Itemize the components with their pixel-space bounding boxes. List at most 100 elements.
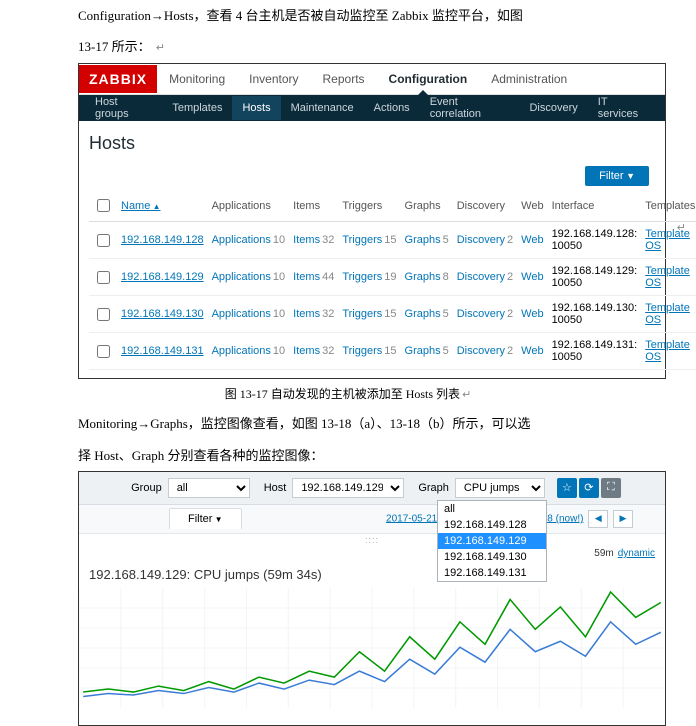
duration-row: 59mdynamic (79, 546, 665, 561)
topnav-monitoring[interactable]: Monitoring (157, 64, 237, 94)
dropdown-item[interactable]: 192.168.149.130 (438, 549, 546, 565)
host-name-link[interactable]: 192.168.149.128 (121, 234, 204, 246)
col-items[interactable]: Items (289, 190, 338, 222)
table-row: 192.168.149.128 Applications10 Items32 T… (89, 222, 696, 259)
apps-link[interactable]: Applications (212, 271, 271, 283)
time-next-button[interactable]: ▶ (613, 510, 633, 528)
fullscreen-icon[interactable]: ⛶ (601, 478, 621, 498)
filter-tab[interactable]: Filter (169, 508, 242, 529)
interface-cell: 192.168.149.128: 10050 (548, 222, 642, 259)
figure-13-18a: Group all Host 192.168.149.129 Graph CPU… (78, 471, 666, 726)
triggers-link[interactable]: Triggers (342, 234, 382, 246)
host-select[interactable]: 192.168.149.129 (292, 478, 404, 498)
graphs-link[interactable]: Graphs (405, 308, 441, 320)
host-name-link[interactable]: 192.168.149.130 (121, 308, 204, 320)
host-dropdown-open[interactable]: all 192.168.149.128 192.168.149.129 192.… (437, 500, 547, 582)
topnav-inventory[interactable]: Inventory (237, 64, 310, 94)
discovery-link[interactable]: Discovery (457, 308, 505, 320)
graphs-link[interactable]: Graphs (405, 234, 441, 246)
subnav-actions[interactable]: Actions (364, 96, 420, 120)
col-triggers[interactable]: Triggers (338, 190, 400, 222)
subnav-discovery[interactable]: Discovery (519, 96, 587, 120)
apps-link[interactable]: Applications (212, 234, 271, 246)
subnav-templates[interactable]: Templates (162, 96, 232, 120)
col-graphs[interactable]: Graphs (401, 190, 453, 222)
col-web[interactable]: Web (517, 190, 547, 222)
web-link[interactable]: Web (521, 271, 543, 283)
interface-cell: 192.168.149.131: 10050 (548, 333, 642, 370)
col-discovery[interactable]: Discovery (453, 190, 517, 222)
page-title: Hosts (89, 133, 655, 154)
interface-cell: 192.168.149.129: 10050 (548, 259, 642, 296)
col-apps[interactable]: Applications (208, 190, 290, 222)
web-link[interactable]: Web (521, 308, 543, 320)
doc-line-2: 13-17 所示： ↵ (78, 31, 696, 63)
col-interface: Interface (548, 190, 642, 222)
web-link[interactable]: Web (521, 345, 543, 357)
topnav-configuration[interactable]: Configuration (377, 64, 480, 94)
dropdown-item[interactable]: 192.168.149.128 (438, 517, 546, 533)
graphs-toolbar: Group all Host 192.168.149.129 Graph CPU… (79, 472, 665, 505)
return-icon: ↵ (156, 42, 165, 54)
subnav-maintenance[interactable]: Maintenance (281, 96, 364, 120)
table-row: 192.168.149.131 Applications10 Items32 T… (89, 333, 696, 370)
template-link[interactable]: Template OS (645, 302, 690, 326)
dynamic-link[interactable]: dynamic (618, 548, 655, 559)
topnav-reports[interactable]: Reports (311, 64, 377, 94)
sub-nav: Host groups Templates Hosts Maintenance … (79, 95, 665, 121)
apps-link[interactable]: Applications (212, 345, 271, 357)
col-name[interactable]: Name (121, 200, 160, 212)
template-link[interactable]: Template OS (645, 265, 690, 289)
table-row: 192.168.149.129 Applications10 Items44 T… (89, 259, 696, 296)
favorite-icon[interactable]: ☆ (557, 478, 577, 498)
time-prev-button[interactable]: ◀ (588, 510, 608, 528)
items-link[interactable]: Items (293, 345, 320, 357)
dropdown-item-selected[interactable]: 192.168.149.129 (438, 533, 546, 549)
discovery-link[interactable]: Discovery (457, 234, 505, 246)
graph-label: Graph (418, 482, 449, 494)
col-templates: Templates (641, 190, 696, 222)
triggers-link[interactable]: Triggers (342, 271, 382, 283)
refresh-icon[interactable]: ⟳ (579, 478, 599, 498)
filter-button[interactable]: Filter (585, 166, 649, 186)
subnav-hosts[interactable]: Hosts (232, 96, 280, 120)
group-select[interactable]: all (168, 478, 250, 498)
subnav-hostgroups[interactable]: Host groups (85, 90, 162, 126)
dropdown-item[interactable]: 192.168.149.131 (438, 565, 546, 581)
discovery-link[interactable]: Discovery (457, 345, 505, 357)
select-all-checkbox[interactable] (97, 199, 110, 212)
graph-select[interactable]: CPU jumps (455, 478, 545, 498)
items-link[interactable]: Items (293, 271, 320, 283)
discovery-link[interactable]: Discovery (457, 271, 505, 283)
row-checkbox[interactable] (97, 271, 110, 284)
host-name-link[interactable]: 192.168.149.131 (121, 345, 204, 357)
graphs-link[interactable]: Graphs (405, 345, 441, 357)
host-label: Host (264, 482, 287, 494)
row-checkbox[interactable] (97, 234, 110, 247)
doc-line-4: 择 Host、Graph 分别查看各种的监控图像： (78, 440, 696, 471)
row-checkbox[interactable] (97, 308, 110, 321)
template-link[interactable]: Template OS (645, 339, 690, 363)
triggers-link[interactable]: Triggers (342, 308, 382, 320)
host-name-link[interactable]: 192.168.149.129 (121, 271, 204, 283)
return-icon: ↵ (677, 221, 686, 234)
hosts-table: Name Applications Items Triggers Graphs … (89, 190, 696, 370)
chart-area (79, 588, 665, 708)
doc-line-1: Configuration→Hosts，查看 4 台主机是否被自动监控至 Zab… (78, 0, 696, 31)
graphs-link[interactable]: Graphs (405, 271, 441, 283)
triggers-link[interactable]: Triggers (342, 345, 382, 357)
chart-title: 192.168.149.129: CPU jumps (59m 34s) (79, 561, 665, 588)
group-label: Group (131, 482, 162, 494)
row-checkbox[interactable] (97, 345, 110, 358)
figure-caption-1: 图 13-17 自动发现的主机被添加至 Hosts 列表↵ (0, 385, 696, 402)
items-link[interactable]: Items (293, 308, 320, 320)
subnav-itservices[interactable]: IT services (588, 90, 659, 126)
dropdown-item[interactable]: all (438, 501, 546, 517)
figure-13-17: ZABBIX Monitoring Inventory Reports Conf… (78, 63, 666, 379)
items-link[interactable]: Items (293, 234, 320, 246)
apps-link[interactable]: Applications (212, 308, 271, 320)
subnav-eventcorr[interactable]: Event correlation (420, 90, 520, 126)
interface-cell: 192.168.149.130: 10050 (548, 296, 642, 333)
drag-handle[interactable]: :::: (79, 534, 665, 546)
web-link[interactable]: Web (521, 234, 543, 246)
